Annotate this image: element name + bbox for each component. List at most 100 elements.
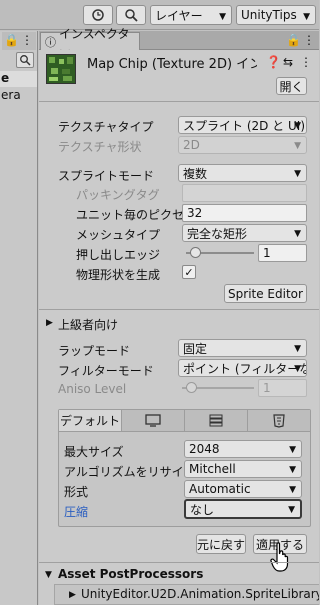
format-label: 形式 <box>64 485 89 499</box>
lock-icon[interactable]: 🔒 <box>4 33 19 47</box>
history-icon <box>92 9 104 21</box>
asset-title: Map Chip (Texture 2D) インポ <box>87 57 257 72</box>
max-size-label: 最大サイズ <box>64 445 124 459</box>
sprite-editor-button[interactable]: Sprite Editor <box>224 284 307 303</box>
aniso-level-field: 1 <box>258 379 307 397</box>
sprite-mode-label: スプライトモード <box>58 169 155 183</box>
filter-mode-dropdown[interactable]: ポイント (フィルターなし) ▼ <box>178 359 307 377</box>
chevron-down-icon: ▼ <box>294 229 301 239</box>
wrap-mode-label: ラップモード <box>58 344 131 358</box>
chevron-down-icon: ▼ <box>294 344 301 354</box>
aniso-level-slider <box>182 379 254 397</box>
format-dropdown[interactable]: Automatic ▼ <box>184 480 302 498</box>
advanced-foldout[interactable]: 上級者向け <box>58 316 118 333</box>
texture-shape-value: 2D <box>183 138 200 152</box>
extrude-edges-field[interactable]: 1 <box>258 244 307 262</box>
packing-tag-field <box>182 184 307 202</box>
compression-value: なし <box>190 502 215 517</box>
section-divider <box>39 309 319 310</box>
layout-dropdown[interactable]: UnityTips ▼ <box>236 5 316 25</box>
search-icon <box>20 55 31 66</box>
chevron-down-icon: ▼ <box>294 121 301 131</box>
mesh-type-dropdown[interactable]: 完全な矩形 ▼ <box>182 224 307 242</box>
more-menu-icon[interactable]: ⋮ <box>300 55 312 69</box>
tab-server-platform[interactable] <box>185 410 248 431</box>
search-icon <box>125 9 138 22</box>
wrap-mode-dropdown[interactable]: 固定 ▼ <box>178 339 307 357</box>
chevron-down-icon: ▼ <box>294 169 301 179</box>
presets-icon[interactable]: ⇆ <box>283 55 293 69</box>
postprocessor-item-row: ▶ UnityEditor.U2D.Animation.SpriteLibrar… <box>54 584 319 605</box>
resize-algorithm-dropdown[interactable]: Mitchell ▼ <box>184 460 302 478</box>
info-icon: ⓘ <box>45 36 56 49</box>
slider-knob <box>186 382 197 393</box>
tab-standalone-platform[interactable] <box>122 410 185 431</box>
texture-thumbnail <box>46 54 76 84</box>
header-divider <box>39 101 319 102</box>
texture-type-dropdown[interactable]: スプライト (2D と UI) ▼ <box>178 116 307 134</box>
more-menu-icon[interactable]: ⋮ <box>303 33 315 47</box>
layers-label: レイヤー <box>155 8 203 23</box>
extrude-edges-label: 押し出しエッジ <box>76 248 161 262</box>
chevron-down-icon: ▼ <box>289 445 296 455</box>
chevron-down-icon: ▼ <box>294 141 301 151</box>
tab-default-platform[interactable]: デフォルト <box>59 410 122 431</box>
hierarchy-panel <box>0 31 38 605</box>
section-divider <box>39 562 319 563</box>
compression-dropdown[interactable]: なし ▼ <box>184 499 302 519</box>
packing-tag-label: パッキングタグ <box>76 188 160 202</box>
revert-button[interactable]: 元に戻す <box>196 534 246 554</box>
chevron-down-icon: ▼ <box>289 485 296 495</box>
mesh-type-value: 完全な矩形 <box>187 226 248 241</box>
texture-shape-label: テクスチャ形状 <box>58 140 142 154</box>
hierarchy-item[interactable]: e <box>0 71 37 87</box>
texture-shape-dropdown: 2D ▼ <box>178 136 307 154</box>
aniso-level-label: Aniso Level <box>58 382 127 396</box>
search-button[interactable] <box>116 5 146 25</box>
chevron-right-icon[interactable]: ▶ <box>46 318 53 328</box>
sprite-mode-value: 複数 <box>183 166 208 181</box>
tab-inspector[interactable]: ⓘ インスペクター <box>40 27 140 58</box>
layers-dropdown[interactable]: レイヤー ▼ <box>150 5 232 25</box>
search-button[interactable] <box>16 52 34 68</box>
compression-label: 圧縮 <box>64 505 89 519</box>
extrude-edges-slider[interactable] <box>186 244 254 262</box>
grid-icon <box>209 414 223 427</box>
monitor-icon <box>145 414 161 427</box>
texture-type-value: スプライト (2D と UI) <box>183 118 306 133</box>
max-size-dropdown[interactable]: 2048 ▼ <box>184 440 302 458</box>
texture-type-label: テクスチャタイプ <box>58 120 154 134</box>
more-menu-icon[interactable]: ⋮ <box>21 33 33 47</box>
tab-divider <box>59 431 310 432</box>
layout-label: UnityTips <box>241 8 297 22</box>
html5-icon <box>273 413 285 428</box>
postprocessor-item[interactable]: UnityEditor.U2D.Animation.SpriteLibrary <box>81 587 319 601</box>
wrap-mode-value: 固定 <box>183 341 208 356</box>
filter-mode-label: フィルターモード <box>58 364 154 378</box>
chevron-down-icon: ▼ <box>288 505 295 515</box>
format-value: Automatic <box>189 482 251 496</box>
chevron-down-icon: ▼ <box>294 364 301 374</box>
resize-algorithm-label: アルゴリズムをリサイズ <box>64 465 196 479</box>
generate-physics-label: 物理形状を生成 <box>76 268 161 282</box>
tab-webgl-platform[interactable] <box>248 410 310 431</box>
generate-physics-checkbox[interactable]: ✓ <box>182 265 196 279</box>
help-icon[interactable]: ❓ <box>266 55 281 69</box>
chevron-down-icon: ▼ <box>303 12 310 22</box>
history-button[interactable] <box>83 5 113 25</box>
resize-algorithm-value: Mitchell <box>189 462 236 476</box>
chevron-right-icon[interactable]: ▶ <box>69 590 76 600</box>
max-size-value: 2048 <box>189 442 220 456</box>
mesh-type-label: メッシュタイプ <box>76 228 161 242</box>
asset-postprocessors-foldout[interactable]: Asset PostProcessors <box>58 567 203 581</box>
lock-icon[interactable]: 🔒 <box>286 33 301 47</box>
open-button[interactable]: 開く <box>276 77 307 95</box>
hierarchy-item[interactable]: era <box>0 88 37 104</box>
sprite-mode-dropdown[interactable]: 複数 ▼ <box>178 164 307 182</box>
chevron-down-icon: ▼ <box>289 465 296 475</box>
mouse-cursor-icon <box>270 542 289 572</box>
chevron-down-icon[interactable]: ▼ <box>45 570 52 580</box>
pixels-per-unit-field[interactable]: 32 <box>182 204 307 222</box>
slider-knob[interactable] <box>190 247 201 258</box>
filter-mode-value: ポイント (フィルターなし) <box>183 361 306 376</box>
